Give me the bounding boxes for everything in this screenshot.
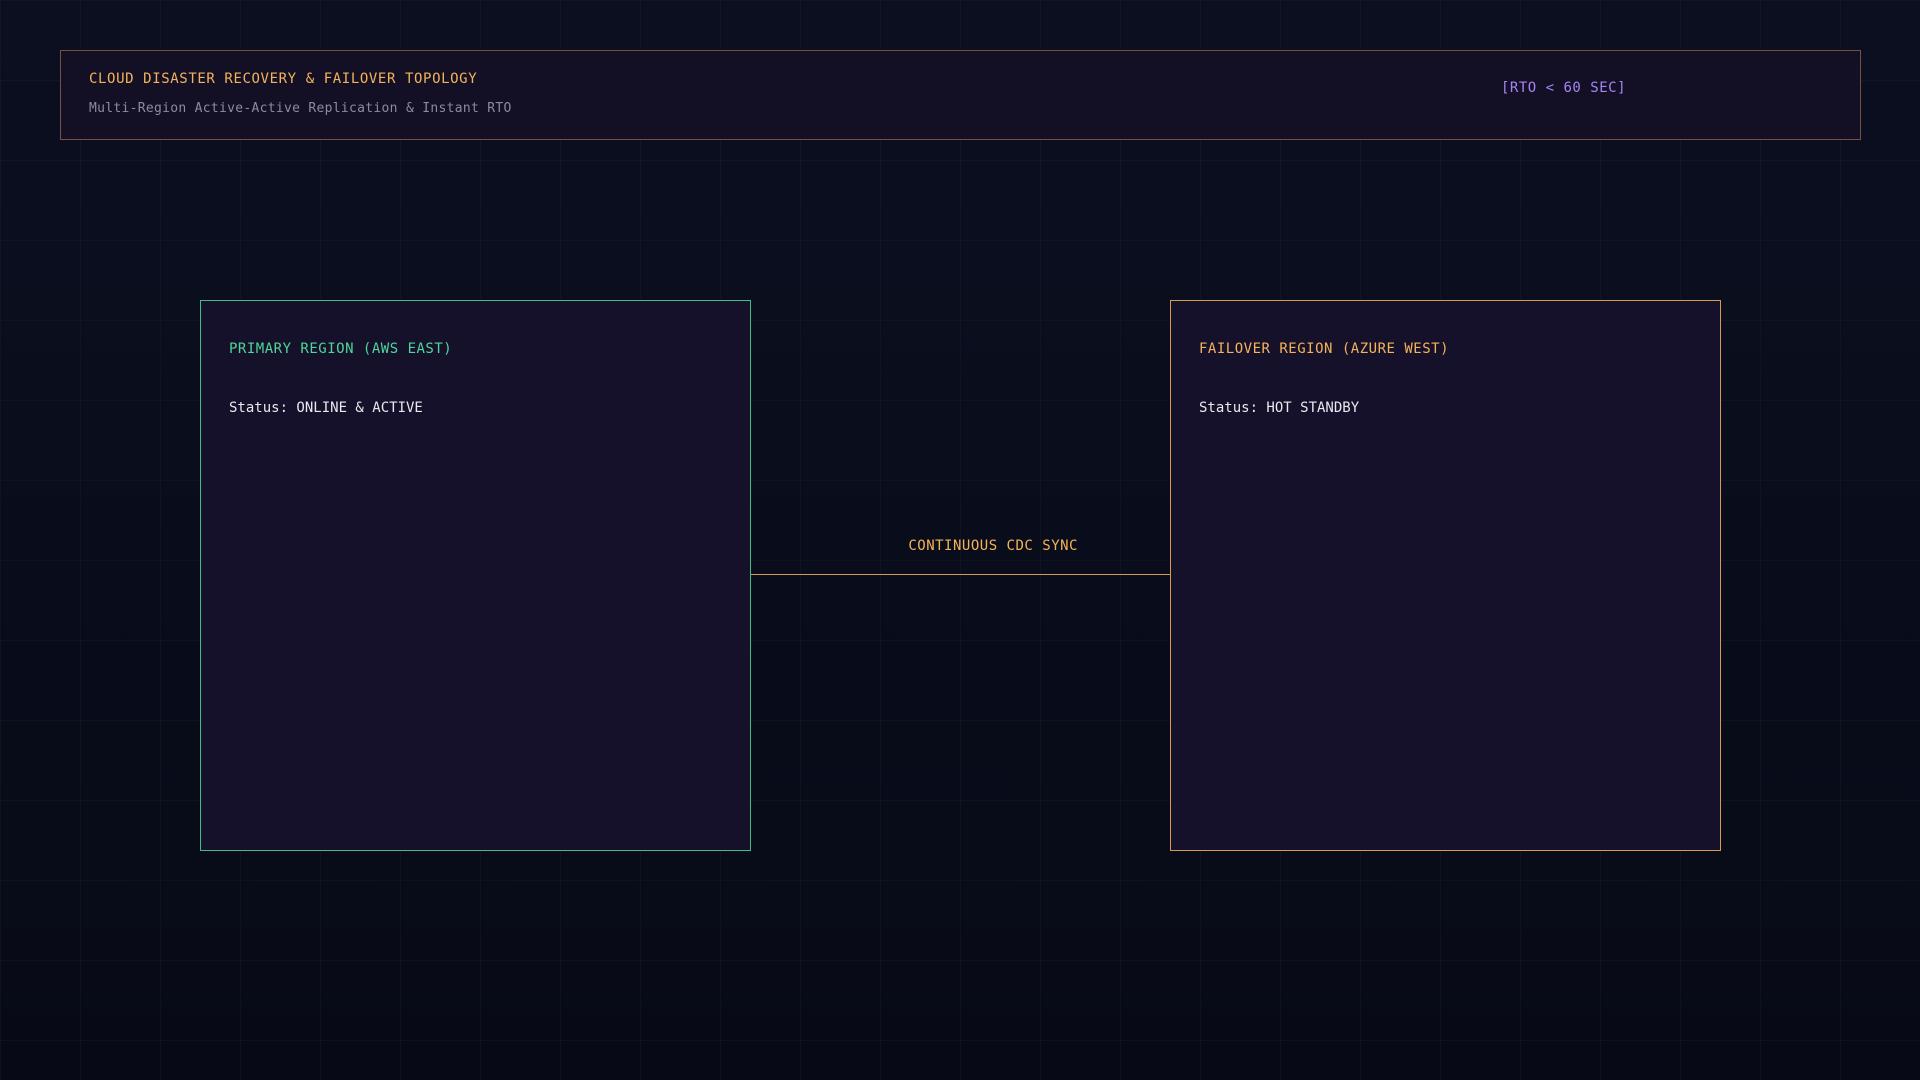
failover-region-title: FAILOVER REGION (AZURE WEST) — [1199, 341, 1450, 357]
rto-badge: [RTO < 60 SEC] — [1501, 80, 1627, 96]
sync-connector-label: CONTINUOUS CDC SYNC — [908, 538, 1078, 554]
primary-region-node: PRIMARY REGION (AWS EAST) Status: ONLINE… — [200, 300, 751, 851]
page-subtitle: Multi-Region Active-Active Replication &… — [89, 101, 512, 116]
primary-region-status: Status: ONLINE & ACTIVE — [229, 400, 423, 416]
page-title: CLOUD DISASTER RECOVERY & FAILOVER TOPOL… — [89, 71, 478, 87]
header-panel: CLOUD DISASTER RECOVERY & FAILOVER TOPOL… — [60, 50, 1861, 140]
failover-region-status: Status: HOT STANDBY — [1199, 400, 1360, 416]
sync-connector-line — [751, 574, 1170, 575]
primary-region-title: PRIMARY REGION (AWS EAST) — [229, 341, 453, 357]
failover-region-node: FAILOVER REGION (AZURE WEST) Status: HOT… — [1170, 300, 1721, 851]
